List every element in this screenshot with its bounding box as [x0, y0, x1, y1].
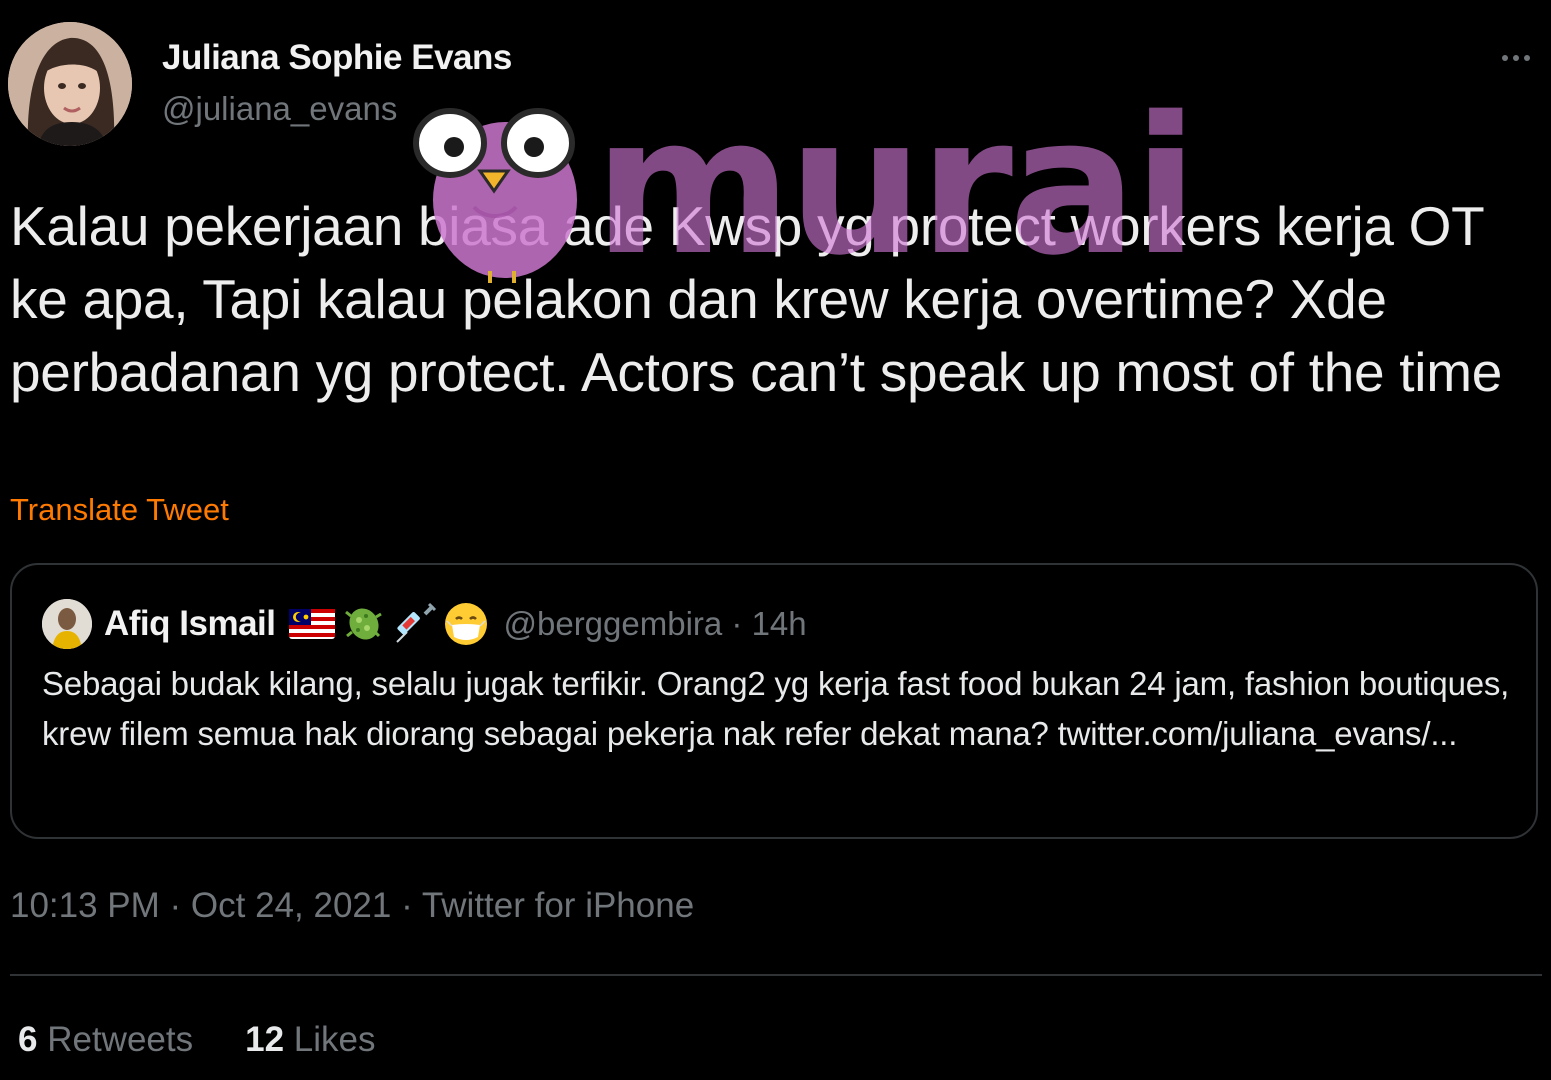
more-dot-icon	[1524, 55, 1530, 61]
tweet-stats: 6 Retweets 12 Likes	[18, 1020, 376, 1060]
avatar-image	[8, 22, 132, 146]
tweet-time[interactable]: 10:13 PM	[10, 886, 160, 925]
likes-label: Likes	[293, 1020, 376, 1059]
name-emojis	[289, 601, 489, 647]
more-dot-icon	[1502, 55, 1508, 61]
tweet-detail: Juliana Sophie Evans @juliana_evans Kala…	[0, 0, 1551, 1080]
more-dot-icon	[1513, 55, 1519, 61]
likes-stat[interactable]: 12 Likes	[245, 1020, 375, 1060]
quoted-author-name[interactable]: Afiq Ismail	[104, 604, 276, 644]
quoted-avatar-image	[42, 599, 92, 649]
translate-tweet-link[interactable]: Translate Tweet	[10, 492, 229, 528]
retweets-stat[interactable]: 6 Retweets	[18, 1020, 193, 1060]
syringe-icon	[396, 602, 437, 643]
likes-count: 12	[245, 1020, 285, 1059]
author-display-name[interactable]: Juliana Sophie Evans	[162, 38, 512, 78]
retweets-label: Retweets	[47, 1020, 194, 1059]
mask-face-icon	[445, 603, 488, 645]
tweet-date[interactable]: Oct 24, 2021	[191, 886, 391, 925]
quoted-handle-time: @berggembira · 14h	[503, 605, 807, 642]
microbe-icon	[345, 608, 383, 640]
quoted-tweet-card[interactable]: Afiq Ismail @berggembira · 14h Sebagai b…	[10, 563, 1538, 839]
malaysia-flag-icon	[289, 609, 336, 639]
meta-separator: ·	[159, 886, 191, 925]
more-options-button[interactable]	[1491, 40, 1541, 76]
tweet-meta: 10:13 PM · Oct 24, 2021 · Twitter for iP…	[10, 886, 694, 926]
meta-separator: ·	[391, 886, 422, 925]
quoted-author-avatar	[42, 599, 92, 649]
quoted-tweet-header: Afiq Ismail @berggembira · 14h	[104, 599, 807, 649]
tweet-source[interactable]: Twitter for iPhone	[422, 886, 694, 925]
divider	[10, 974, 1542, 976]
author-handle[interactable]: @juliana_evans	[162, 90, 397, 128]
quoted-tweet-text: Sebagai budak kilang, selalu jugak terfi…	[42, 665, 1510, 752]
author-avatar[interactable]	[8, 22, 132, 146]
retweets-count: 6	[18, 1020, 38, 1059]
tweet-text: Kalau pekerjaan biasa ade Kwsp yg protec…	[10, 195, 1502, 403]
